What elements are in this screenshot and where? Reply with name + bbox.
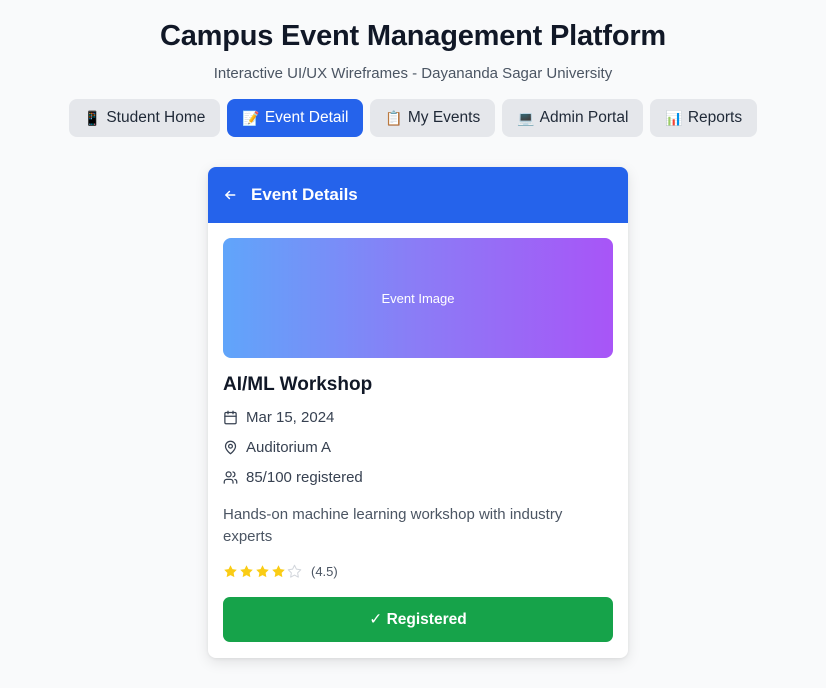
laptop-icon: 💻 [517, 109, 535, 126]
calendar-icon [223, 410, 238, 425]
tab-admin-portal[interactable]: 💻 Admin Portal [502, 99, 644, 137]
page-subtitle: Interactive UI/UX Wireframes - Dayananda… [213, 65, 613, 82]
tab-reports[interactable]: 📊 Reports [650, 99, 758, 137]
star-filled-icon [271, 564, 286, 579]
star-filled-icon [255, 564, 270, 579]
map-pin-icon [223, 440, 238, 455]
rating-value: (4.5) [311, 564, 338, 579]
tab-student-home[interactable]: 📱 Student Home [68, 99, 221, 137]
arrow-left-icon[interactable] [223, 187, 239, 203]
tab-my-events[interactable]: 📋 My Events [370, 99, 496, 137]
card-header: Event Details [208, 167, 628, 223]
event-location-row: Auditorium A [223, 439, 331, 456]
event-location: Auditorium A [246, 439, 332, 456]
tab-label: Event Detail [264, 109, 349, 126]
bar-chart-icon: 📊 [665, 109, 683, 126]
star-empty-icon [287, 564, 302, 579]
event-date: Mar 15, 2024 [246, 409, 335, 426]
wireframe-tabs: 📱 Student Home 📝 Event Detail 📋 My Event… [0, 99, 826, 137]
registered-button[interactable]: ✓ Registered [223, 597, 613, 642]
event-image-label: Event Image [381, 290, 455, 306]
event-registrations-row: 85/100 registered [223, 469, 363, 486]
event-registrations: 85/100 registered [246, 469, 363, 486]
tab-label: Student Home [106, 109, 206, 126]
tab-label: My Events [407, 109, 481, 126]
card-title: Event Details [251, 185, 358, 204]
users-icon [223, 470, 238, 485]
event-description: Hands-on machine learning workshop with … [223, 506, 563, 545]
star-filled-icon [223, 564, 238, 579]
event-detail-card: Event Details Event Image AI/ML Workshop… [208, 167, 628, 658]
tab-event-detail[interactable]: 📝 Event Detail [227, 99, 364, 137]
memo-icon: 📝 [242, 109, 260, 126]
tab-label: Reports [687, 109, 743, 126]
tab-label: Admin Portal [539, 109, 629, 126]
page: Campus Event Management Platform Interac… [0, 0, 826, 688]
clipboard-icon: 📋 [385, 109, 403, 126]
star-filled-icon [239, 564, 254, 579]
event-rating: (4.5) [223, 564, 338, 579]
event-image-placeholder: Event Image [223, 238, 613, 358]
event-name: AI/ML Workshop [223, 374, 373, 395]
page-title: Campus Event Management Platform [159, 20, 667, 52]
phone-icon: 📱 [83, 109, 102, 126]
event-date-row: Mar 15, 2024 [223, 409, 334, 426]
